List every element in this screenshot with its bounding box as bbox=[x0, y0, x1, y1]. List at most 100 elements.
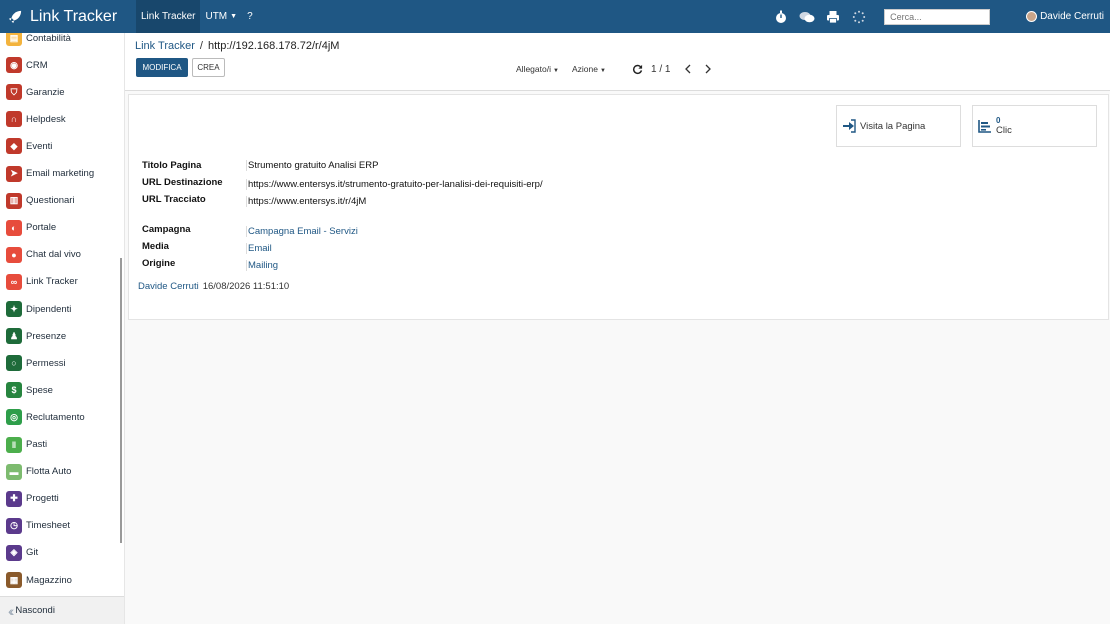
menu-link-tracker-label: Link Tracker bbox=[141, 11, 196, 22]
attachment-dropdown-label: Allegato/i bbox=[516, 64, 551, 74]
sidebar-hide-label: Nascondi bbox=[15, 605, 55, 616]
field-value-destination-url[interactable]: https://www.entersys.it/strumento-gratui… bbox=[246, 179, 543, 190]
sidebar-item-crm[interactable]: ◉ CRM bbox=[0, 54, 124, 76]
caret-down-icon: ▼ bbox=[230, 13, 238, 20]
crm-icon: ◉ bbox=[6, 57, 22, 74]
sidebar-item-contabilit-[interactable]: ▤ Contabilità bbox=[0, 33, 124, 49]
shield-icon: ⛉ bbox=[6, 84, 22, 101]
sign-out-icon bbox=[843, 119, 856, 133]
field-label-campaign: Campagna bbox=[142, 224, 191, 235]
sidebar-item-pasti[interactable]: ‖ Pasti bbox=[0, 434, 124, 456]
sidebar-item-label: Link Tracker bbox=[26, 276, 78, 288]
survey-icon: ▥ bbox=[6, 192, 22, 209]
double-chevron-left-icon: ‹‹ bbox=[8, 602, 15, 619]
field-value-page-title[interactable]: Strumento gratuito Analisi ERP bbox=[246, 160, 378, 171]
sidebar-item-dipendenti[interactable]: ✦ Dipendenti bbox=[0, 298, 124, 320]
menu-help[interactable]: ? bbox=[242, 0, 258, 33]
action-dropdown-label: Azione bbox=[572, 64, 598, 74]
sidebar-item-label: Garanzie bbox=[26, 86, 65, 98]
attachment-dropdown[interactable]: Allegato/i ▼ bbox=[516, 64, 559, 74]
created-by-link[interactable]: Davide Cerruti bbox=[138, 281, 199, 292]
breadcrumb-current: http://192.168.178.72/r/4jM bbox=[207, 40, 340, 52]
sidebar-item-label: Eventi bbox=[26, 140, 53, 152]
sidebar-item-label: Permessi bbox=[26, 357, 66, 369]
sidebar-item-spese[interactable]: $ Spese bbox=[0, 379, 124, 401]
accounting-icon: ▤ bbox=[6, 33, 22, 46]
users-icon: ✦ bbox=[6, 301, 22, 317]
breadcrumb-link-tracker[interactable]: Link Tracker bbox=[135, 40, 195, 52]
warehouse-icon: ▦ bbox=[6, 572, 22, 588]
sidebar-item-label: Dipendenti bbox=[26, 303, 72, 315]
paper-plane-icon: ➤ bbox=[6, 165, 22, 182]
sidebar-item-link-tracker[interactable]: ∞ Link Tracker bbox=[0, 271, 124, 293]
create-button[interactable]: CREA bbox=[192, 58, 225, 77]
app-brand[interactable]: Link Tracker bbox=[0, 0, 136, 33]
sidebar-scrollbar[interactable] bbox=[120, 258, 122, 543]
menu-utm[interactable]: UTM ▼ bbox=[200, 0, 242, 33]
refresh-icon[interactable] bbox=[631, 63, 643, 75]
field-label-destination-url: URL Destinazione bbox=[142, 177, 223, 188]
sidebar-item-label: Progetti bbox=[26, 493, 59, 505]
sidebar-item-email-marketing[interactable]: ➤ Email marketing bbox=[0, 163, 124, 185]
sidebar-item-progetti[interactable]: ✚ Progetti bbox=[0, 488, 124, 510]
printer-icon[interactable] bbox=[825, 9, 841, 25]
user-menu[interactable]: Davide Cerruti bbox=[1026, 11, 1104, 22]
sidebar-item-label: Reclutamento bbox=[26, 411, 85, 423]
action-dropdown[interactable]: Azione ▼ bbox=[572, 64, 606, 74]
sidebar-item-label: Questionari bbox=[26, 195, 75, 207]
sidebar-item-label: Chat dal vivo bbox=[26, 249, 81, 261]
field-label-medium: Media bbox=[142, 241, 169, 252]
field-value-campaign[interactable]: Campagna Email - Servizi bbox=[246, 226, 358, 237]
sidebar-item-magazzino[interactable]: ▦ Magazzino bbox=[0, 569, 124, 591]
sidebar-item-label: Flotta Auto bbox=[26, 466, 72, 478]
search-person-icon: ◎ bbox=[6, 409, 22, 426]
sidebar-item-chat-dal-vivo[interactable]: ● Chat dal vivo bbox=[0, 244, 124, 266]
cutlery-icon: ‖ bbox=[6, 436, 22, 453]
field-label-source: Origine bbox=[142, 258, 176, 269]
avatar bbox=[1026, 11, 1038, 22]
sidebar-hide-button[interactable]: ‹‹ Nascondi bbox=[0, 596, 124, 624]
field-value-medium[interactable]: Email bbox=[246, 243, 272, 254]
timer-icon[interactable] bbox=[773, 9, 789, 25]
car-icon: ▬ bbox=[6, 463, 22, 480]
sidebar-item-label: Spese bbox=[26, 384, 53, 396]
field-value-tracked-url[interactable]: https://www.entersys.it/r/4jM bbox=[246, 196, 366, 207]
menu-utm-label: UTM bbox=[205, 11, 228, 22]
sidebar: ▤ Contabilità ◉ CRM ⛉ Garanzie ∩ Helpdesk ◆ Event… bbox=[0, 33, 125, 624]
sidebar-item-reclutamento[interactable]: ◎ Reclutamento bbox=[0, 406, 124, 428]
visit-page-button[interactable]: Visita la Pagina bbox=[836, 105, 961, 147]
sidebar-item-questionari[interactable]: ▥ Questionari bbox=[0, 190, 124, 212]
clicks-button[interactable]: 0 Clic bbox=[972, 105, 1097, 147]
sidebar-item-helpdesk[interactable]: ∩ Helpdesk bbox=[0, 108, 124, 130]
calendar-icon: ○ bbox=[6, 355, 22, 372]
sidebar-item-label: CRM bbox=[26, 59, 48, 71]
sidebar-item-portale[interactable]: ◐ Portale bbox=[0, 217, 124, 239]
menu-link-tracker[interactable]: Link Tracker bbox=[136, 0, 201, 33]
sidebar-item-label: Magazzino bbox=[26, 574, 72, 586]
sidebar-item-git[interactable]: ◈ Git bbox=[0, 542, 124, 564]
sidebar-item-flotta-auto[interactable]: ▬ Flotta Auto bbox=[0, 461, 124, 483]
edit-button[interactable]: MODIFICA bbox=[136, 58, 188, 77]
field-value-source[interactable]: Mailing bbox=[246, 260, 278, 271]
sidebar-item-garanzie[interactable]: ⛉ Garanzie bbox=[0, 81, 124, 103]
sidebar-item-permessi[interactable]: ○ Permessi bbox=[0, 352, 124, 374]
sidebar-item-label: Helpdesk bbox=[26, 113, 66, 125]
chat-bubbles-icon[interactable] bbox=[799, 9, 815, 25]
sidebar-item-label: Portale bbox=[26, 222, 57, 234]
field-label-tracked-url: URL Tracciato bbox=[142, 194, 206, 205]
app-name: Link Tracker bbox=[30, 7, 118, 25]
sidebar-item-label: Git bbox=[26, 547, 39, 559]
sidebar-item-label: Presenze bbox=[26, 330, 67, 342]
bar-chart-icon bbox=[978, 120, 991, 133]
pager-next-icon[interactable] bbox=[702, 63, 714, 75]
user-name: Davide Cerruti bbox=[1040, 11, 1104, 22]
sidebar-item-presenze[interactable]: ♟ Presenze bbox=[0, 325, 124, 347]
rocket-icon bbox=[8, 10, 22, 23]
field-label-page-title: Titolo Pagina bbox=[142, 160, 202, 171]
sidebar-item-timesheet[interactable]: ◷ Timesheet bbox=[0, 515, 124, 537]
pager-previous-icon[interactable] bbox=[682, 63, 694, 75]
git-icon: ◈ bbox=[6, 544, 22, 561]
sidebar-item-eventi[interactable]: ◆ Eventi bbox=[0, 135, 124, 157]
search-input[interactable] bbox=[884, 8, 991, 25]
menu-help-label: ? bbox=[247, 11, 253, 22]
